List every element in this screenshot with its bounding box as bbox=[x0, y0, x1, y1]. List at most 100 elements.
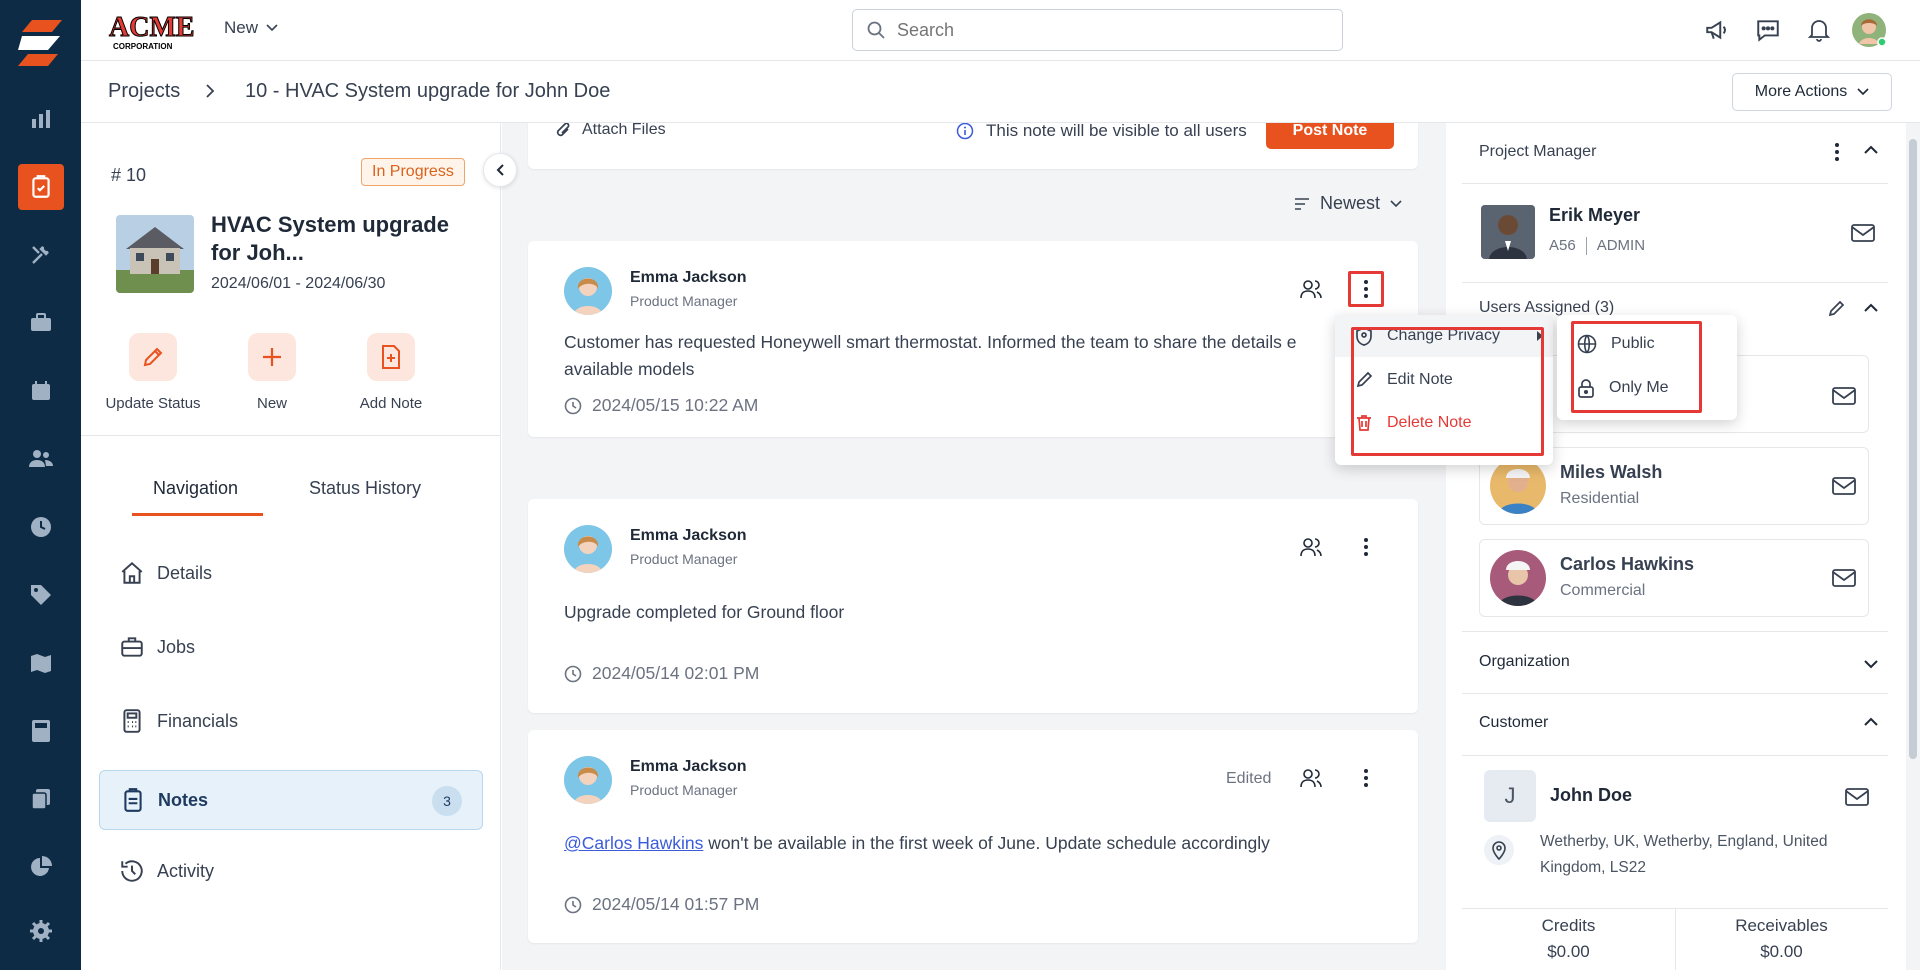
customer-avatar: J bbox=[1484, 770, 1536, 822]
clock-icon[interactable] bbox=[18, 504, 64, 550]
note-text: Upgrade completed for Ground floor bbox=[564, 602, 845, 622]
mail-icon[interactable] bbox=[1832, 476, 1856, 496]
chevron-right-icon bbox=[206, 84, 215, 98]
change-privacy-menu-item[interactable]: Change Privacy bbox=[1335, 315, 1553, 357]
edit-pencil-icon[interactable] bbox=[1827, 300, 1845, 318]
update-status-button[interactable]: Update Status bbox=[93, 333, 213, 412]
breadcrumb-projects-link[interactable]: Projects bbox=[108, 80, 180, 103]
reports-pie-icon[interactable] bbox=[18, 844, 64, 890]
project-dates: 2024/06/01 - 2024/06/30 bbox=[211, 275, 386, 292]
note-text: Customer has requested Honeywell smart t… bbox=[564, 332, 1297, 379]
user-segment: Residential bbox=[1560, 490, 1640, 507]
briefcase-icon[interactable] bbox=[18, 300, 64, 346]
documents-icon[interactable] bbox=[18, 776, 64, 822]
author-avatar bbox=[564, 525, 612, 573]
chevron-up-icon[interactable] bbox=[1864, 303, 1878, 312]
customer-address: Wetherby, UK, Wetherby, England, United … bbox=[1540, 833, 1828, 876]
note-card: Emma Jackson Product Manager Upgrade com… bbox=[528, 499, 1418, 713]
chevron-up-icon[interactable] bbox=[1864, 717, 1878, 726]
brand-logo[interactable]: ACME CORPORATION bbox=[107, 10, 199, 52]
privacy-public-option[interactable]: Public bbox=[1557, 323, 1737, 365]
tools-icon[interactable] bbox=[18, 232, 64, 278]
clock-icon bbox=[564, 665, 582, 682]
project-details-sidebar: Project Manager Erik Meyer A56 ADMIN Use… bbox=[1462, 123, 1920, 970]
note-options-kebab-icon[interactable] bbox=[1348, 760, 1384, 796]
nav-item-label: Financials bbox=[157, 710, 239, 731]
credits-label: Credits bbox=[1541, 916, 1596, 935]
section-kebab-icon[interactable] bbox=[1835, 143, 1839, 161]
visibility-people-icon[interactable] bbox=[1300, 537, 1322, 557]
user-name: Miles Walsh bbox=[1560, 462, 1663, 482]
sort-lines-icon bbox=[1295, 197, 1309, 210]
organization-header[interactable]: Organization bbox=[1479, 653, 1570, 671]
user-avatar[interactable] bbox=[1851, 12, 1887, 48]
pencil-icon bbox=[129, 333, 177, 381]
nav-item-notes[interactable]: Notes 3 bbox=[99, 770, 483, 830]
tag-icon[interactable] bbox=[18, 572, 64, 618]
delete-note-menu-item[interactable]: Delete Note bbox=[1335, 402, 1553, 444]
dashboard-icon[interactable] bbox=[18, 96, 64, 142]
top-bar: ACME CORPORATION New bbox=[81, 0, 1920, 61]
user-mention-link[interactable]: @Carlos Hawkins bbox=[564, 833, 703, 853]
app-logo-icon[interactable] bbox=[18, 18, 64, 68]
map-icon[interactable] bbox=[18, 640, 64, 686]
note-options-kebab-icon[interactable] bbox=[1348, 271, 1384, 307]
chat-icon[interactable] bbox=[1752, 14, 1784, 46]
user-name: Carlos Hawkins bbox=[1560, 554, 1695, 574]
chevron-up-icon[interactable] bbox=[1864, 145, 1878, 154]
announcement-icon[interactable] bbox=[1701, 14, 1733, 46]
author-name: Emma Jackson bbox=[630, 269, 747, 286]
calendar-icon[interactable] bbox=[18, 368, 64, 414]
public-label: Public bbox=[1611, 335, 1655, 352]
project-number: # 10 bbox=[111, 165, 147, 185]
info-icon bbox=[956, 123, 974, 140]
mail-icon[interactable] bbox=[1851, 223, 1875, 243]
assigned-user-card: Carlos Hawkins Commercial bbox=[1479, 539, 1869, 617]
new-button[interactable]: New bbox=[212, 333, 332, 412]
mail-icon[interactable] bbox=[1832, 568, 1856, 588]
projects-icon[interactable] bbox=[18, 164, 64, 210]
sidebar-scrollbar-thumb[interactable] bbox=[1909, 139, 1917, 759]
clock-icon bbox=[564, 397, 582, 414]
search-input[interactable] bbox=[897, 19, 1317, 41]
mail-icon[interactable] bbox=[1845, 787, 1869, 807]
nav-item-details[interactable]: Details bbox=[99, 543, 483, 603]
paperclip-icon bbox=[556, 123, 570, 137]
visibility-people-icon[interactable] bbox=[1300, 768, 1322, 788]
tab-navigation[interactable]: Navigation bbox=[153, 478, 238, 499]
note-options-kebab-icon[interactable] bbox=[1348, 529, 1384, 565]
visibility-people-icon[interactable] bbox=[1300, 279, 1322, 299]
bell-icon[interactable] bbox=[1803, 14, 1835, 46]
manager-photo bbox=[1481, 205, 1535, 259]
collapse-panel-button[interactable] bbox=[483, 153, 517, 187]
chevron-down-icon[interactable] bbox=[1864, 660, 1878, 669]
manager-code: A56 bbox=[1549, 237, 1576, 254]
privacy-only-me-option[interactable]: Only Me bbox=[1557, 367, 1737, 409]
notes-feed: Attach Files This note will be visible t… bbox=[502, 123, 1446, 970]
mail-icon[interactable] bbox=[1832, 386, 1856, 406]
notes-count-badge: 3 bbox=[432, 786, 462, 816]
update-status-label: Update Status bbox=[105, 395, 201, 412]
search-box[interactable] bbox=[852, 9, 1343, 51]
sidebar-scrollbar[interactable] bbox=[1906, 123, 1920, 970]
sort-dropdown[interactable]: Newest bbox=[1294, 193, 1402, 214]
nav-item-financials[interactable]: Financials bbox=[99, 691, 483, 751]
edit-note-menu-item[interactable]: Edit Note bbox=[1335, 359, 1553, 401]
settings-gear-icon[interactable] bbox=[18, 908, 64, 954]
attach-files-button[interactable]: Attach Files bbox=[554, 123, 666, 139]
section-header: Project Manager bbox=[1479, 143, 1597, 160]
post-note-button[interactable]: Post Note bbox=[1266, 123, 1394, 149]
calculator-icon[interactable] bbox=[18, 708, 64, 754]
nav-item-activity[interactable]: Activity bbox=[99, 841, 483, 901]
nav-item-jobs[interactable]: Jobs bbox=[99, 617, 483, 677]
more-actions-button[interactable]: More Actions bbox=[1732, 73, 1892, 111]
users-icon[interactable] bbox=[18, 436, 64, 482]
tab-status-history[interactable]: Status History bbox=[309, 478, 421, 499]
add-note-button[interactable]: Add Note bbox=[331, 333, 451, 412]
new-menu-button[interactable]: New bbox=[224, 18, 278, 38]
nav-item-label: Notes bbox=[158, 789, 209, 810]
nav-item-label: Activity bbox=[157, 860, 215, 881]
only-me-label: Only Me bbox=[1609, 379, 1669, 396]
sort-label: Newest bbox=[1320, 193, 1381, 213]
author-avatar bbox=[564, 267, 612, 315]
